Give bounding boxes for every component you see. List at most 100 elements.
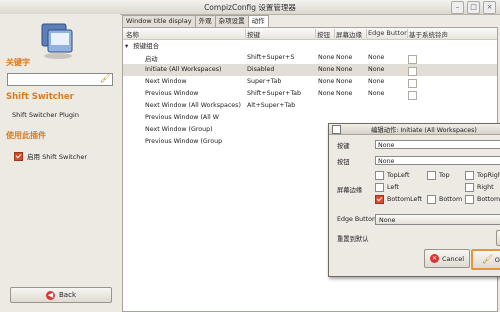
checkbox-icon[interactable]	[14, 151, 23, 161]
table-row[interactable]: 启动 Shift+Super+S None None None	[123, 52, 497, 64]
sidebar: 关键字 🖌 Shift Switcher Shift Switcher Plug…	[0, 14, 120, 312]
checkbox-icon[interactable]	[427, 171, 436, 180]
checkbox-icon[interactable]	[465, 195, 474, 204]
plugin-description: Shift Switcher Plugin	[12, 111, 79, 119]
ok-icon: 🖌	[481, 254, 494, 265]
action-key: Shift+Super+Tab	[247, 90, 301, 97]
button-label: 按钮	[337, 159, 350, 166]
clear-filter-icon[interactable]: 🖌	[100, 74, 111, 84]
close-button[interactable]: ×	[483, 1, 496, 14]
checkbox-icon[interactable]	[465, 171, 474, 180]
group-row[interactable]: ▾ 按键组合	[125, 40, 159, 50]
back-label: Back	[59, 291, 76, 299]
action-name: Previous Window (All W	[145, 114, 219, 121]
tab-misc[interactable]: 杂项设置	[214, 15, 249, 27]
table-row[interactable]: Next Window (All Workspaces) Alt+Super+Ta…	[123, 100, 497, 112]
action-button: None	[318, 54, 335, 61]
action-key: Shift+Super+S	[247, 54, 295, 61]
bell-checkbox[interactable]	[408, 91, 417, 100]
enable-plugin-label: 启用 Shift Switcher	[27, 153, 88, 161]
ok-button[interactable]: 🖌 OK	[471, 249, 500, 270]
reset-label: 重置到默认	[337, 236, 369, 243]
tab-bar: Window title display 外观 杂项设置 动作	[122, 15, 269, 28]
bell-checkbox[interactable]	[408, 67, 417, 76]
edge-option-label: Left	[387, 184, 399, 191]
checkbox-icon[interactable]	[427, 195, 436, 204]
edge-option[interactable]: TopLeft	[375, 171, 409, 180]
ok-label: OK	[494, 255, 500, 264]
minimize-button[interactable]: –	[451, 1, 464, 14]
edge-option-label: BottomRight	[477, 196, 500, 203]
dialog-title: 编辑动作: Initiate (All Workspaces)	[371, 127, 477, 134]
action-edge-button: None	[368, 78, 385, 85]
action-edge: None	[336, 54, 353, 61]
edge-button-label: Edge Button	[337, 216, 376, 223]
button-field[interactable]: None	[375, 156, 500, 165]
action-edge-button: None	[368, 54, 385, 61]
edge-button-select[interactable]: None ▼	[375, 214, 500, 225]
action-key: Disabled	[247, 66, 275, 73]
edge-option[interactable]: BottomLeft	[375, 195, 422, 204]
table-row[interactable]: Next Window Super+Tab None None None	[123, 76, 497, 88]
cancel-label: Cancel	[441, 254, 465, 263]
reset-default-button[interactable]: 🖌	[496, 230, 500, 246]
edge-option-label: TopRight	[477, 172, 500, 179]
filter-label: 关键字	[6, 58, 30, 67]
edge-option[interactable]: BottomRight	[465, 195, 500, 204]
edge-option-label: Bottom	[439, 196, 463, 203]
column-header-key[interactable]: 按键	[247, 29, 260, 39]
table-header: 名称 按键 按钮 屏幕边缘 Edge Button 基于系统铃声	[123, 28, 497, 40]
checkbox-icon[interactable]	[375, 183, 384, 192]
table-row[interactable]: Previous Window Shift+Super+Tab None None No…	[123, 88, 497, 100]
edge-option[interactable]: Top	[427, 171, 450, 180]
column-header-edge-button[interactable]: Edge Button	[368, 29, 408, 37]
title-bar: CompizConfig 设置管理器 – □ ×	[0, 0, 500, 15]
back-button[interactable]: ◀ Back	[10, 287, 112, 303]
table-row[interactable]: Initiate (All Workspaces) Disabled None Non…	[123, 64, 497, 76]
column-header-bell[interactable]: 基于系统铃声	[409, 29, 448, 39]
enable-plugin-checkbox[interactable]: 启用 Shift Switcher	[14, 151, 87, 161]
bell-checkbox[interactable]	[408, 79, 417, 88]
expander-icon[interactable]: ▾	[125, 42, 131, 50]
filter-input[interactable]: 🖌	[7, 73, 113, 86]
column-header-edge[interactable]: 屏幕边缘	[336, 29, 362, 39]
checkbox-icon[interactable]	[375, 171, 384, 180]
action-edge-button: None	[368, 90, 385, 97]
action-button: None	[318, 78, 335, 85]
window-controls: – □ ×	[451, 1, 496, 14]
column-header-name[interactable]: 名称	[126, 29, 139, 39]
cancel-button[interactable]: ✕ Cancel	[424, 249, 470, 268]
action-name: Previous Window	[145, 90, 199, 97]
tab-window-title-display[interactable]: Window title display	[122, 15, 196, 27]
checkbox-icon[interactable]	[375, 195, 384, 204]
column-header-button[interactable]: 按钮	[317, 29, 330, 39]
edge-option[interactable]: Bottom	[427, 195, 462, 204]
window-title: CompizConfig 设置管理器	[204, 3, 296, 12]
edge-option[interactable]: Left	[375, 183, 399, 192]
action-button: None	[318, 66, 335, 73]
maximize-button[interactable]: □	[467, 1, 480, 14]
edit-action-dialog: 编辑动作: Initiate (All Workspaces) × 按键 Non…	[328, 123, 500, 277]
back-arrow-icon: ◀	[46, 290, 55, 300]
edge-option[interactable]: TopRight	[465, 171, 500, 180]
key-field[interactable]: None	[375, 140, 500, 149]
main-panel: Window title display 外观 杂项设置 动作 名称 按键 按钮…	[120, 14, 500, 312]
edge-option[interactable]: Right	[465, 183, 494, 192]
bell-checkbox[interactable]	[408, 55, 417, 64]
action-name: Previous Window (Group	[145, 138, 223, 145]
key-label: 按键	[337, 143, 350, 150]
edge-button-value: None	[379, 217, 396, 224]
dialog-title-bar: 编辑动作: Initiate (All Workspaces) ×	[329, 124, 500, 135]
action-edge: None	[336, 78, 353, 85]
edge-option-label: Right	[477, 184, 494, 191]
action-key: Alt+Super+Tab	[247, 102, 296, 109]
checkbox-icon[interactable]	[465, 183, 474, 192]
action-name: 启动	[145, 56, 158, 63]
edge-option-label: Top	[439, 172, 450, 179]
tab-appearance[interactable]: 外观	[194, 15, 216, 27]
action-key: Super+Tab	[247, 78, 282, 85]
action-name: Next Window (Group)	[145, 126, 213, 133]
action-edge: None	[336, 90, 353, 97]
action-name: Initiate (All Workspaces)	[145, 66, 222, 73]
action-name: Next Window	[145, 78, 187, 85]
